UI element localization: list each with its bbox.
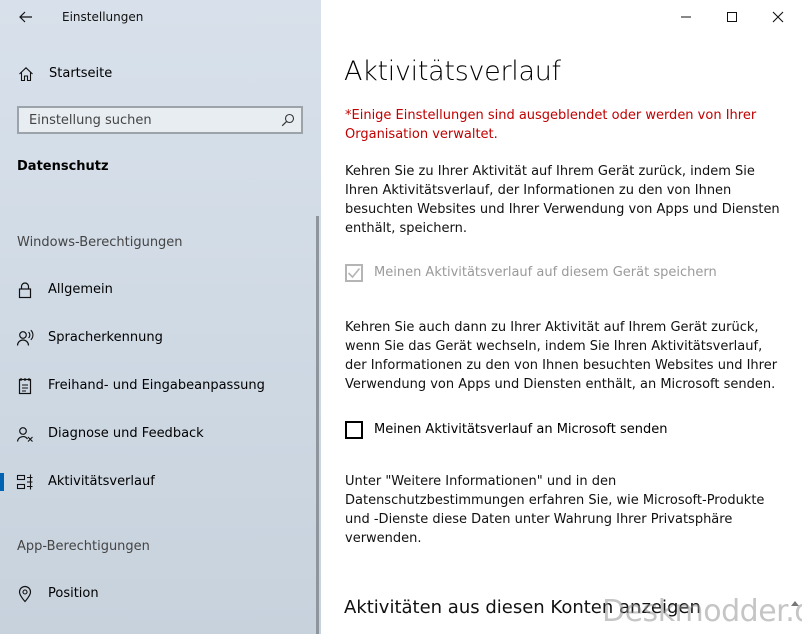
- store-history-checkbox-row: Meinen Aktivitätsverlauf auf diesem Gerä…: [345, 263, 785, 285]
- group-header-windows-permissions: Windows-Berechtigungen: [17, 235, 183, 250]
- close-button[interactable]: [755, 0, 801, 34]
- back-arrow-icon: [19, 11, 32, 23]
- sidebar-item-label: Spracherkennung: [48, 330, 163, 345]
- description-send-history: Kehren Sie auch dann zu Ihrer Aktivität …: [345, 320, 778, 392]
- sidebar-item-speech[interactable]: Spracherkennung: [0, 321, 310, 355]
- minimize-icon: [681, 16, 691, 18]
- location-icon: [18, 585, 32, 603]
- back-button[interactable]: [10, 6, 42, 28]
- sidebar-item-home[interactable]: Startseite: [0, 60, 310, 90]
- maximize-button[interactable]: [709, 0, 755, 34]
- store-history-checkbox[interactable]: [345, 264, 363, 282]
- sidebar-item-diagnostics-feedback[interactable]: Diagnose und Feedback: [0, 417, 310, 451]
- watermark: Deskmodder.de: [602, 594, 802, 629]
- checkmark-icon: [347, 267, 361, 279]
- managed-settings-warning: *Einige Einstellungen sind ausgeblendet …: [345, 108, 757, 142]
- lock-icon: [18, 282, 32, 299]
- speech-icon: [16, 329, 34, 346]
- search-placeholder: Einstellung suchen: [29, 113, 152, 128]
- send-history-label: Meinen Aktivitätsverlauf an Microsoft se…: [374, 422, 668, 437]
- sidebar-item-label: Freihand- und Eingabeanpassung: [48, 378, 265, 393]
- home-icon: [19, 67, 33, 82]
- description-local-history: Kehren Sie zu Ihrer Aktivität auf Ihrem …: [345, 164, 780, 236]
- search-input[interactable]: Einstellung suchen: [17, 106, 303, 134]
- close-icon: [772, 11, 784, 23]
- sidebar-item-general[interactable]: Allgemein: [0, 273, 310, 307]
- privacy-info-text: Unter "Weitere Informationen" und in den…: [345, 474, 765, 546]
- sidebar-item-inking-typing[interactable]: Freihand- und Eingabeanpassung: [0, 369, 310, 403]
- activity-history-icon: [16, 474, 33, 490]
- feedback-person-icon: [16, 427, 33, 442]
- scroll-up-icon[interactable]: [791, 600, 799, 606]
- group-header-app-permissions: App-Berechtigungen: [17, 539, 150, 554]
- title-bar: Einstellungen: [0, 0, 321, 34]
- selected-indicator: [0, 473, 4, 491]
- sidebar-item-label: Diagnose und Feedback: [48, 426, 204, 441]
- maximize-icon: [727, 12, 737, 22]
- minimize-button[interactable]: [663, 0, 709, 34]
- sidebar-item-label: Allgemein: [48, 282, 113, 297]
- send-history-checkbox-row: Meinen Aktivitätsverlauf an Microsoft se…: [345, 420, 785, 442]
- notepad-icon: [18, 378, 32, 395]
- sidebar-item-label: Aktivitätsverlauf: [48, 474, 155, 489]
- main-content: Aktivitätsverlauf *Einige Einstellungen …: [321, 0, 802, 634]
- sidebar-item-label: Startseite: [49, 66, 113, 81]
- sidebar-item-location[interactable]: Position: [0, 577, 310, 611]
- store-history-label: Meinen Aktivitätsverlauf auf diesem Gerä…: [374, 265, 717, 280]
- send-history-checkbox[interactable]: [345, 421, 363, 439]
- sidebar-item-label: Position: [48, 586, 99, 601]
- app-title: Einstellungen: [62, 10, 144, 24]
- page-title: Aktivitätsverlauf: [344, 56, 561, 87]
- sidebar-item-activity-history[interactable]: Aktivitätsverlauf: [0, 465, 310, 499]
- sidebar-scrollbar[interactable]: [316, 216, 319, 634]
- search-icon[interactable]: [281, 113, 295, 127]
- sidebar: Einstellungen Startseite Einstellung suc…: [0, 0, 321, 634]
- section-title: Datenschutz: [17, 159, 109, 174]
